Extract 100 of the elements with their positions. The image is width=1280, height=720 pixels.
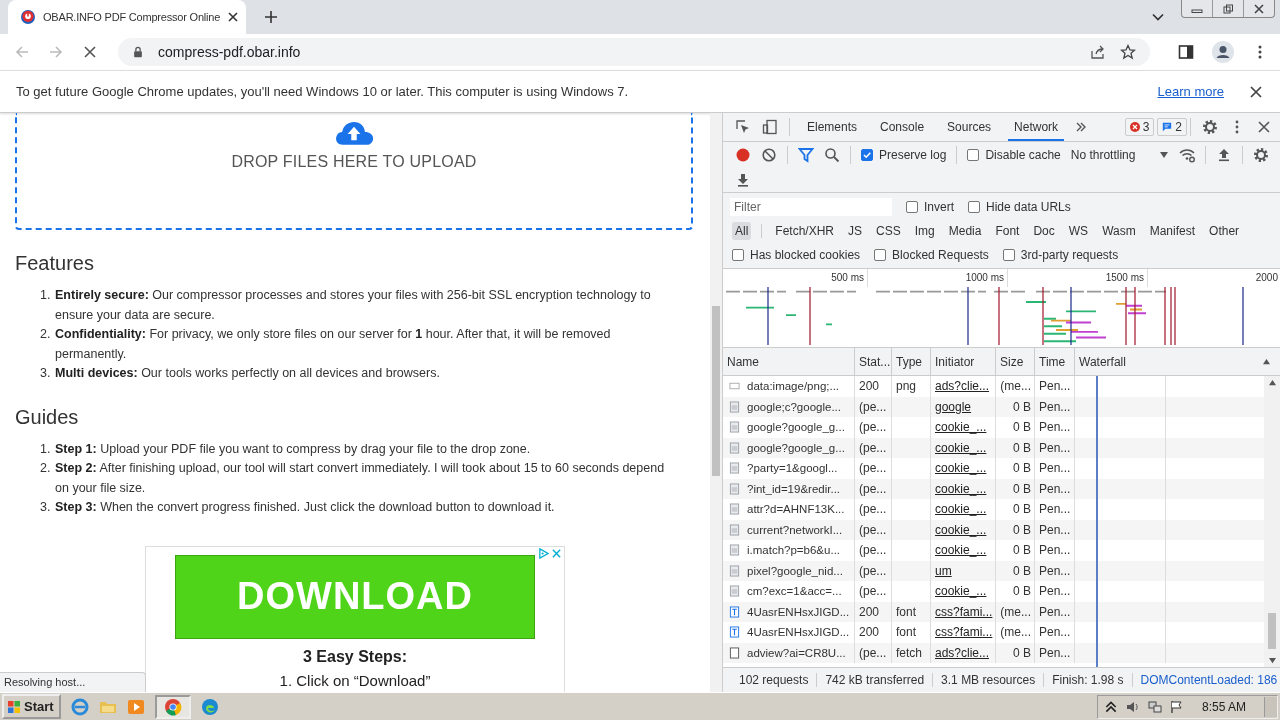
column-header[interactable]: Time	[1035, 348, 1075, 375]
type-filter[interactable]: Media	[945, 222, 985, 240]
initiator-link[interactable]: cookie_...	[935, 502, 987, 517]
type-filter[interactable]: Wasm	[1099, 222, 1139, 240]
type-filter[interactable]: Font	[992, 222, 1023, 240]
stop-icon[interactable]	[82, 44, 98, 60]
request-name[interactable]: 4UasrENHsxJIGD...	[747, 626, 850, 639]
initiator-link[interactable]: um	[935, 563, 952, 578]
checkbox-label[interactable]: Blocked Requests	[892, 248, 989, 262]
new-tab-icon[interactable]	[264, 10, 278, 24]
more-tabs-icon[interactable]	[1075, 121, 1088, 133]
type-filter[interactable]: Fetch/XHR	[772, 222, 838, 240]
learn-more-link[interactable]: Learn more	[1157, 84, 1224, 99]
share-icon[interactable]	[1090, 44, 1106, 60]
checkbox[interactable]	[967, 148, 980, 161]
ad-choices-icon[interactable]	[538, 547, 549, 559]
checkbox[interactable]	[732, 249, 744, 261]
initiator-link[interactable]: ads?clie...	[935, 645, 990, 660]
type-filter[interactable]: WS	[1065, 222, 1092, 240]
initiator-link[interactable]: ads?clie...	[935, 379, 990, 394]
initiator-link[interactable]: cookie_...	[935, 440, 987, 455]
column-header[interactable]: Initiator	[931, 348, 996, 375]
request-name[interactable]: cm?exc=1&acc=...	[747, 585, 842, 598]
side-panel-icon[interactable]	[1178, 44, 1194, 60]
initiator-link[interactable]: cookie_...	[935, 584, 987, 599]
initiator-link[interactable]: cookie_...	[935, 481, 987, 496]
request-name[interactable]: data:image/png;...	[747, 380, 840, 393]
filter-icon[interactable]	[798, 146, 814, 163]
checkbox[interactable]	[1002, 249, 1015, 261]
initiator-link[interactable]: css?fami...	[935, 604, 993, 619]
checkbox-label[interactable]: Invert	[924, 200, 954, 214]
profile-icon[interactable]	[1212, 41, 1234, 63]
initiator-link[interactable]: cookie_...	[935, 543, 987, 558]
start-button[interactable]: Start	[2, 694, 61, 719]
column-header[interactable]: Stat...	[855, 348, 892, 375]
checkbox[interactable]	[861, 148, 873, 161]
checkbox-label[interactable]: Has blocked cookies	[750, 248, 861, 262]
request-name[interactable]: attr?d=AHNF13K...	[747, 503, 845, 516]
type-filter[interactable]: Manifest	[1146, 222, 1199, 240]
type-filter[interactable]: Img	[911, 222, 938, 240]
error-count-badge[interactable]: 3	[1124, 118, 1155, 136]
request-name[interactable]: adview?ai=CR8U...	[747, 646, 846, 659]
request-name[interactable]: pixel?google_nid...	[747, 564, 843, 577]
request-name[interactable]: current?networkI...	[747, 523, 843, 536]
volume-icon[interactable]	[1125, 699, 1140, 714]
browser-tab[interactable]: OBAR.INFO PDF Compressor Online	[8, 0, 246, 34]
clear-icon[interactable]	[761, 146, 777, 163]
type-filter[interactable]: JS	[845, 222, 866, 240]
request-name[interactable]: google?google_g...	[747, 421, 845, 434]
caret-icon[interactable]	[1159, 150, 1170, 159]
close-icon[interactable]	[1250, 85, 1262, 98]
download-icon[interactable]	[735, 171, 751, 188]
record-icon[interactable]	[735, 146, 751, 163]
scrollbar-thumb[interactable]	[712, 306, 720, 476]
throttling-dropdown[interactable]: No throttling	[1070, 147, 1136, 162]
close-icon[interactable]	[1256, 119, 1272, 135]
close-icon[interactable]	[227, 11, 240, 23]
device-toolbar-icon[interactable]	[762, 119, 778, 135]
type-filter[interactable]: CSS	[873, 222, 904, 240]
column-header[interactable]: Size	[996, 348, 1035, 375]
request-name[interactable]: i.match?p=b6&u...	[747, 544, 841, 557]
checkbox-label[interactable]: Disable cache	[985, 147, 1061, 162]
checkbox[interactable]	[906, 201, 918, 213]
initiator-link[interactable]: css?fami...	[935, 625, 993, 640]
settings-icon[interactable]	[1202, 119, 1218, 135]
search-icon[interactable]	[824, 146, 840, 163]
type-filter[interactable]: Doc	[1030, 222, 1058, 240]
devtools-tab[interactable]: Sources	[941, 113, 998, 141]
devtools-tab[interactable]: Elements	[801, 113, 864, 141]
message-count-badge[interactable]: 2	[1157, 118, 1187, 136]
scrollbar[interactable]	[1264, 376, 1280, 667]
drop-zone[interactable]: DROP FILES HERE TO UPLOAD	[15, 113, 693, 230]
checkbox-label[interactable]: Hide data URLs	[986, 200, 1071, 214]
wifi-settings-icon[interactable]	[1179, 146, 1196, 163]
initiator-link[interactable]: cookie_...	[935, 420, 987, 435]
request-name[interactable]: google;c?google...	[747, 400, 841, 413]
type-filter[interactable]: Other	[1206, 222, 1243, 240]
checkbox[interactable]	[874, 249, 887, 261]
sort-icon[interactable]	[1262, 358, 1271, 365]
chevron-up-icon[interactable]	[1103, 699, 1118, 714]
request-name[interactable]: ?int_id=19&redir...	[747, 482, 841, 495]
request-name[interactable]: ?party=1&googl...	[747, 462, 838, 475]
settings-icon[interactable]	[1253, 146, 1270, 163]
devtools-tab[interactable]: Console	[874, 113, 931, 141]
column-header[interactable]: Name	[723, 348, 855, 375]
initiator-link[interactable]: cookie_...	[935, 461, 987, 476]
flag-icon[interactable]	[1169, 699, 1184, 714]
taskbar-item[interactable]	[154, 694, 191, 719]
scroll-down-icon[interactable]	[1267, 657, 1277, 664]
column-header[interactable]: Type	[892, 348, 931, 375]
scroll-up-icon[interactable]	[1267, 379, 1277, 386]
initiator-link[interactable]: cookie_...	[935, 522, 987, 537]
request-name[interactable]: google?google_g...	[747, 441, 845, 454]
filter-field[interactable]: Filter	[730, 198, 892, 216]
clock[interactable]: 8:55 AM	[1201, 699, 1246, 714]
scrollbar[interactable]	[710, 113, 722, 692]
star-icon[interactable]	[1120, 44, 1136, 60]
checkbox-label[interactable]: 3rd-party requests	[1020, 248, 1119, 262]
initiator-link[interactable]: google	[935, 399, 972, 414]
address-bar[interactable]: compress-pdf.obar.info	[118, 38, 1150, 66]
